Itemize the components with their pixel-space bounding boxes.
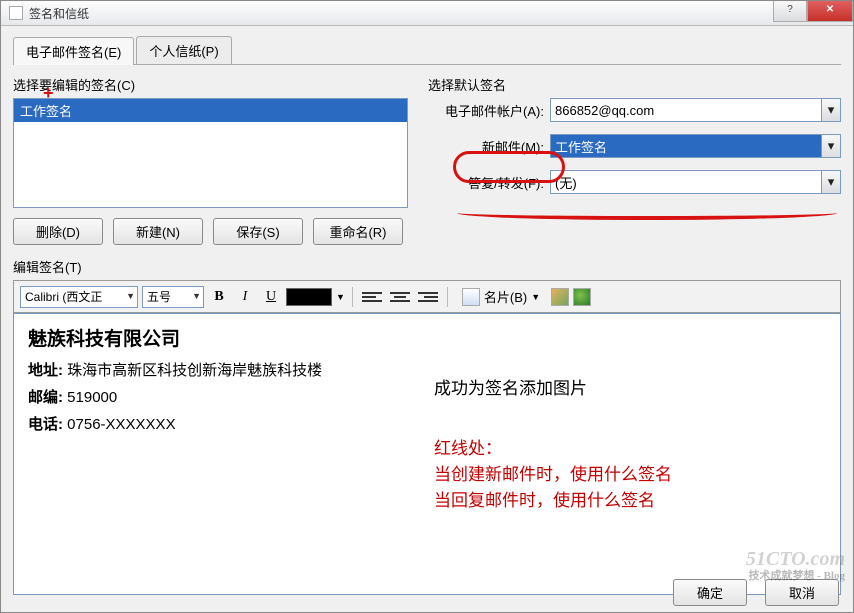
account-combo[interactable]: 866852@qq.com ▾ xyxy=(550,98,841,122)
delete-button[interactable]: 删除(D) xyxy=(13,218,103,245)
separator xyxy=(447,287,448,307)
font-color-swatch[interactable] xyxy=(286,288,332,306)
ok-button[interactable]: 确定 xyxy=(673,579,747,606)
font-size-combo[interactable]: 五号▼ xyxy=(142,286,204,308)
title-bar: 签名和信纸 ? ✕ xyxy=(1,1,853,26)
zip-line: 邮编: 519000 xyxy=(28,386,826,407)
save-button[interactable]: 保存(S) xyxy=(213,218,303,245)
watermark: 51CTO.com 技术成就梦想 - Blog xyxy=(746,548,845,582)
new-button[interactable]: 新建(N) xyxy=(113,218,203,245)
new-mail-combo[interactable]: 工作签名 ▾ xyxy=(550,134,841,158)
tab-stationery[interactable]: 个人信纸(P) xyxy=(136,36,231,64)
dialog-window: 签名和信纸 ? ✕ 电子邮件签名(E) 个人信纸(P) 选择要编辑的签名(C) … xyxy=(0,0,854,613)
list-item[interactable]: 工作签名 xyxy=(14,99,407,122)
chevron-down-icon[interactable]: ▾ xyxy=(821,171,840,193)
rename-button[interactable]: 重命名(R) xyxy=(313,218,403,245)
dialog-footer: 确定 取消 xyxy=(673,579,839,606)
close-button[interactable]: ✕ xyxy=(807,1,853,22)
align-right-button[interactable] xyxy=(416,288,440,306)
phone-line: 电话: 0756-XXXXXXX xyxy=(28,413,826,434)
select-signature-label: 选择要编辑的签名(C) xyxy=(13,75,408,94)
edit-signature-label: 编辑签名(T) xyxy=(13,257,841,276)
chevron-down-icon[interactable]: ▾ xyxy=(821,135,840,157)
signature-editor[interactable]: 魅族科技有限公司 地址: 珠海市高新区科技创新海岸魅族科技楼 邮编: 51900… xyxy=(13,313,841,595)
company-name: 魅族科技有限公司 xyxy=(28,324,826,351)
window-title: 签名和信纸 xyxy=(29,5,89,22)
signature-listbox[interactable]: 工作签名 xyxy=(13,98,408,208)
insert-image-button[interactable] xyxy=(551,288,569,306)
editor-toolbar: Calibri (西文正▼ 五号▼ B I U ▼ 名片(B) ▼ xyxy=(13,280,841,313)
insert-link-button[interactable] xyxy=(573,288,591,306)
font-combo[interactable]: Calibri (西文正▼ xyxy=(20,286,138,308)
help-button[interactable]: ? xyxy=(773,1,807,22)
account-value: 866852@qq.com xyxy=(555,103,654,118)
separator xyxy=(352,287,353,307)
new-mail-value: 工作签名 xyxy=(555,137,607,156)
tab-strip: 电子邮件签名(E) 个人信纸(P) xyxy=(13,36,841,65)
align-center-button[interactable] xyxy=(388,288,412,306)
cancel-button[interactable]: 取消 xyxy=(765,579,839,606)
underline-button[interactable]: U xyxy=(260,287,282,307)
align-left-button[interactable] xyxy=(360,288,384,306)
note-red-line: 当创建新邮件时，使用什么签名 xyxy=(434,460,672,485)
card-icon xyxy=(462,288,480,306)
reply-combo[interactable]: (无) ▾ xyxy=(550,170,841,194)
reply-value: (无) xyxy=(555,173,577,192)
account-label: 电子邮件帐户(A): xyxy=(428,101,550,120)
default-signature-label: 选择默认签名 xyxy=(428,75,841,94)
business-card-button[interactable]: 名片(B) ▼ xyxy=(455,285,547,308)
annotation-underline xyxy=(457,206,837,220)
address-line: 地址: 珠海市高新区科技创新海岸魅族科技楼 xyxy=(28,359,826,380)
note-success: 成功为签名添加图片 xyxy=(434,374,587,399)
italic-button[interactable]: I xyxy=(234,287,256,307)
tab-email-signature[interactable]: 电子邮件签名(E) xyxy=(13,37,134,65)
chevron-down-icon[interactable]: ▾ xyxy=(821,99,840,121)
note-red-heading: 红线处： xyxy=(434,434,502,459)
note-red-line: 当回复邮件时，使用什么签名 xyxy=(434,486,655,511)
new-mail-label: 新邮件(M): xyxy=(428,137,550,156)
app-icon xyxy=(9,6,23,20)
dialog-content: 电子邮件签名(E) 个人信纸(P) 选择要编辑的签名(C) 工作签名 删除(D)… xyxy=(1,26,853,605)
bold-button[interactable]: B xyxy=(208,287,230,307)
reply-label: 答复/转发(F): xyxy=(428,173,550,192)
